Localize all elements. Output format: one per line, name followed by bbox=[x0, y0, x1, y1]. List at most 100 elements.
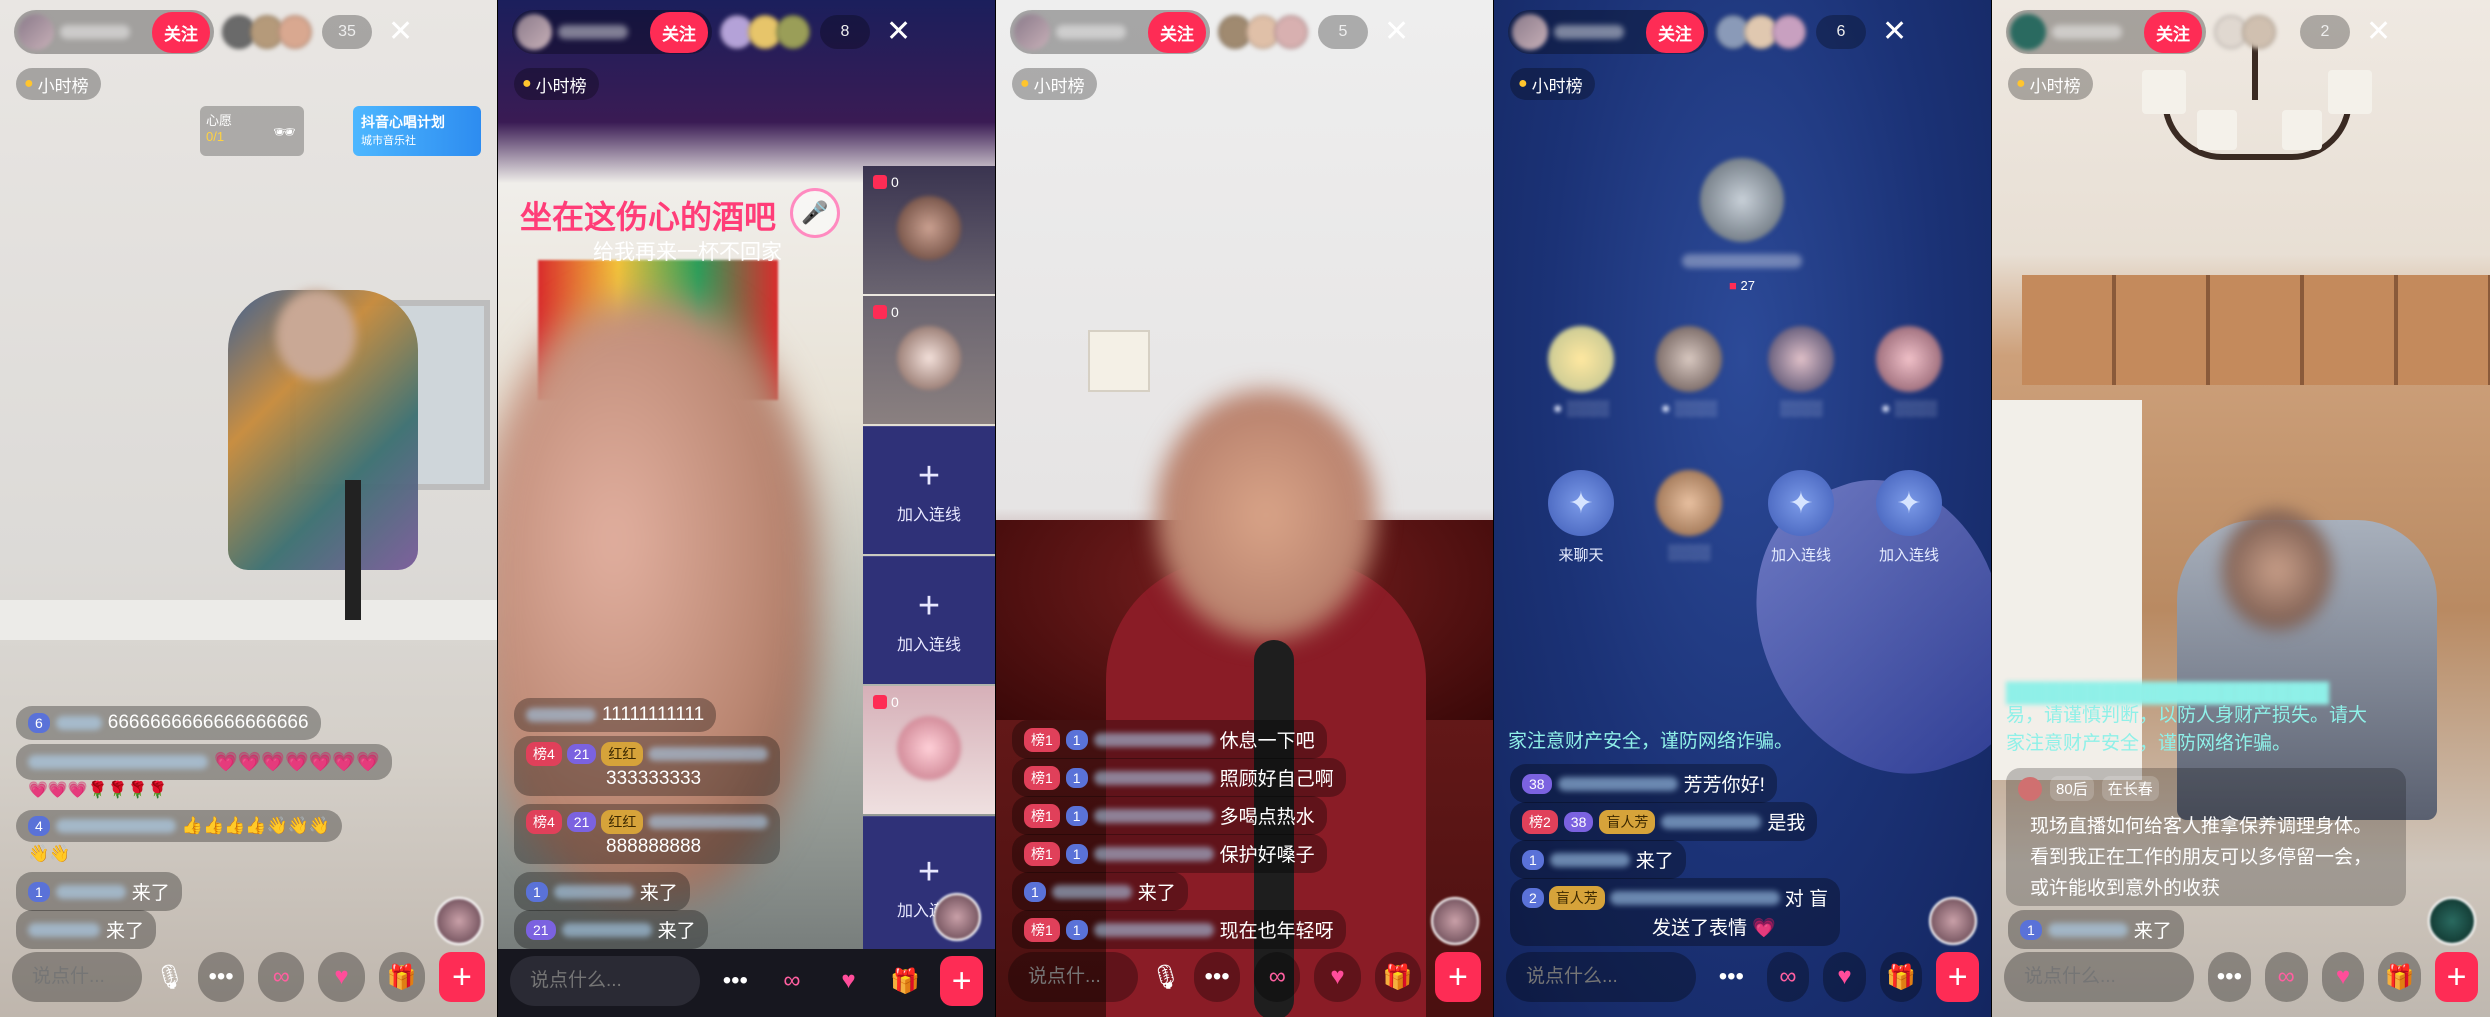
host-info[interactable]: 关注 bbox=[512, 10, 712, 54]
comment-item[interactable]: 榜1 1 休息一下吧 bbox=[1012, 720, 1327, 759]
viewer-avatars[interactable] bbox=[720, 15, 810, 49]
close-icon[interactable]: ✕ bbox=[1882, 17, 1907, 47]
floating-avatar[interactable] bbox=[1431, 897, 1479, 945]
gift-icon[interactable]: 🎁 bbox=[378, 952, 425, 1002]
plus-button[interactable]: + bbox=[438, 952, 486, 1002]
hourly-rank-pill[interactable]: ● 小时榜 bbox=[514, 68, 599, 100]
host-info[interactable]: 关注 bbox=[14, 10, 214, 54]
link-icon[interactable]: ∞ bbox=[2264, 952, 2308, 1002]
comment-item[interactable]: 1 来了 bbox=[1012, 872, 1188, 911]
guest-seat[interactable]: ░░░░ bbox=[1766, 326, 1836, 417]
floating-avatar[interactable] bbox=[2428, 897, 2476, 945]
host-comment-card[interactable]: 80后 在长春 现场直播如何给客人推拿保养调理身体。 看到我正在工作的朋友可以多… bbox=[2006, 768, 2406, 906]
close-icon[interactable]: ✕ bbox=[886, 17, 911, 47]
viewer-avatar[interactable] bbox=[2242, 15, 2276, 49]
heart-icon[interactable]: ♥ bbox=[318, 952, 365, 1002]
follow-button[interactable]: 关注 bbox=[1148, 11, 1206, 53]
floating-avatar[interactable] bbox=[933, 893, 981, 941]
comment-item[interactable]: 1 来了 bbox=[1510, 840, 1686, 879]
viewer-count[interactable]: 8 bbox=[820, 15, 870, 49]
viewer-avatar[interactable] bbox=[1772, 15, 1806, 49]
host-info[interactable]: 关注 bbox=[2006, 10, 2206, 54]
follow-button[interactable]: 关注 bbox=[2144, 11, 2202, 53]
hourly-rank-pill[interactable]: ● 小时榜 bbox=[1510, 68, 1595, 100]
viewer-avatars[interactable] bbox=[222, 15, 312, 49]
viewer-count[interactable]: 5 bbox=[1318, 15, 1368, 49]
comment-item[interactable]: 来了 bbox=[16, 910, 157, 949]
comment-item[interactable]: 榜1 1 现在也年轻呀 bbox=[1012, 910, 1346, 949]
wish-gift-card[interactable]: 心愿 0/1 🕶 bbox=[200, 106, 304, 156]
hourly-rank-pill[interactable]: ● 小时榜 bbox=[1012, 68, 1097, 100]
host-avatar[interactable] bbox=[2010, 14, 2046, 50]
viewer-avatars[interactable] bbox=[2214, 15, 2276, 49]
heart-icon[interactable]: ♥ bbox=[1314, 952, 1361, 1002]
close-icon[interactable]: ✕ bbox=[1384, 17, 1409, 47]
heart-icon[interactable]: ♥ bbox=[2321, 952, 2365, 1002]
comment-item[interactable]: 1 来了 bbox=[16, 872, 182, 911]
viewer-avatars[interactable] bbox=[1716, 15, 1806, 49]
host-avatar[interactable] bbox=[516, 14, 552, 50]
guest-avatar[interactable] bbox=[1876, 326, 1942, 392]
more-icon[interactable]: ••• bbox=[1194, 952, 1241, 1002]
plus-button[interactable]: + bbox=[2435, 952, 2478, 1002]
comment-item[interactable]: 榜1 1 多喝点热水 bbox=[1012, 796, 1327, 835]
close-icon[interactable]: ✕ bbox=[388, 17, 413, 47]
host-seat[interactable]: ■ 27 bbox=[1682, 158, 1802, 293]
viewer-count[interactable]: 2 bbox=[2300, 15, 2350, 49]
host-avatar[interactable] bbox=[1512, 14, 1548, 50]
host-avatar[interactable] bbox=[1014, 14, 1050, 50]
guest-avatar[interactable] bbox=[1656, 470, 1722, 536]
gift-icon[interactable]: 🎁 bbox=[2378, 952, 2422, 1002]
guest-seat[interactable]: ● ░░░░ bbox=[1874, 326, 1944, 417]
mic-icon[interactable]: 🎤 bbox=[790, 188, 840, 238]
comment-input[interactable] bbox=[12, 952, 142, 1002]
comment-item[interactable]: 6 6666666666666666666 bbox=[16, 706, 321, 740]
host-info[interactable]: 关注 bbox=[1010, 10, 1210, 54]
comment-input[interactable] bbox=[1506, 952, 1696, 1002]
viewer-avatar[interactable] bbox=[1274, 15, 1308, 49]
viewer-avatar[interactable] bbox=[278, 15, 312, 49]
gift-icon[interactable]: 🎁 bbox=[1374, 952, 1421, 1002]
mic-icon[interactable]: 🎙 bbox=[155, 952, 185, 1002]
comment-item[interactable]: 榜4 21 红红 333333333 bbox=[514, 736, 781, 796]
comment-item[interactable]: 2 盲人芳 对 盲 发送了表情 💗 bbox=[1510, 878, 1841, 946]
guest-seat[interactable]: ░░░░ bbox=[1654, 470, 1724, 561]
join-link-slot[interactable]: + 加入连线 bbox=[863, 816, 995, 956]
comment-input[interactable] bbox=[1008, 952, 1138, 1002]
host-avatar[interactable] bbox=[18, 14, 54, 50]
viewer-avatar[interactable] bbox=[776, 15, 810, 49]
promo-banner[interactable]: 抖音心唱计划 城市音乐社 bbox=[353, 106, 481, 156]
guest-avatar[interactable] bbox=[897, 716, 961, 780]
viewer-avatars[interactable] bbox=[1218, 15, 1308, 49]
plus-button[interactable]: + bbox=[1434, 952, 1482, 1002]
guest-avatar[interactable] bbox=[1656, 326, 1722, 392]
host-comment-avatar[interactable] bbox=[2018, 776, 2042, 801]
link-icon[interactable]: ∞ bbox=[1766, 952, 1810, 1002]
join-link-slot[interactable]: ✦ 加入连线 bbox=[1766, 470, 1836, 565]
heart-icon[interactable]: ♥ bbox=[1823, 952, 1866, 1002]
host-seat-avatar[interactable] bbox=[1700, 158, 1784, 242]
comment-item[interactable]: 1 来了 bbox=[2008, 910, 2184, 949]
close-icon[interactable]: ✕ bbox=[2366, 17, 2391, 47]
comment-item[interactable]: 38 芳芳你好! bbox=[1510, 764, 1777, 803]
guest-avatar[interactable] bbox=[1548, 326, 1614, 392]
join-link-slot[interactable]: + 加入连线 bbox=[863, 556, 995, 684]
guest-seat[interactable]: ● ░░░░ bbox=[1546, 326, 1616, 417]
guest-avatar[interactable] bbox=[897, 326, 961, 390]
hourly-rank-pill[interactable]: ● 小时榜 bbox=[2008, 68, 2093, 100]
comment-item[interactable]: 榜1 1 照顾好自己啊 bbox=[1012, 758, 1346, 797]
comment-item[interactable]: 11111111111 bbox=[514, 698, 717, 732]
more-icon[interactable]: ••• bbox=[198, 952, 245, 1002]
chat-seat-empty[interactable]: ✦ 来聊天 bbox=[1546, 470, 1616, 565]
floating-avatar[interactable] bbox=[435, 897, 483, 945]
more-icon[interactable]: ••• bbox=[1710, 952, 1753, 1002]
comment-item[interactable]: 1 来了 bbox=[514, 872, 690, 911]
comment-item[interactable]: 榜4 21 红红 888888888 bbox=[514, 804, 781, 864]
guest-avatar[interactable] bbox=[1768, 326, 1834, 392]
guest-seat[interactable]: 0 bbox=[863, 296, 995, 424]
join-link-slot[interactable]: ✦ 加入连线 bbox=[1874, 470, 1944, 565]
comment-item[interactable]: 榜2 38 盲人芳 是我 bbox=[1510, 802, 1818, 841]
more-icon[interactable]: ••• bbox=[2208, 952, 2251, 1002]
gift-icon[interactable]: 🎁 bbox=[884, 956, 927, 1006]
comment-input[interactable] bbox=[510, 956, 700, 1006]
